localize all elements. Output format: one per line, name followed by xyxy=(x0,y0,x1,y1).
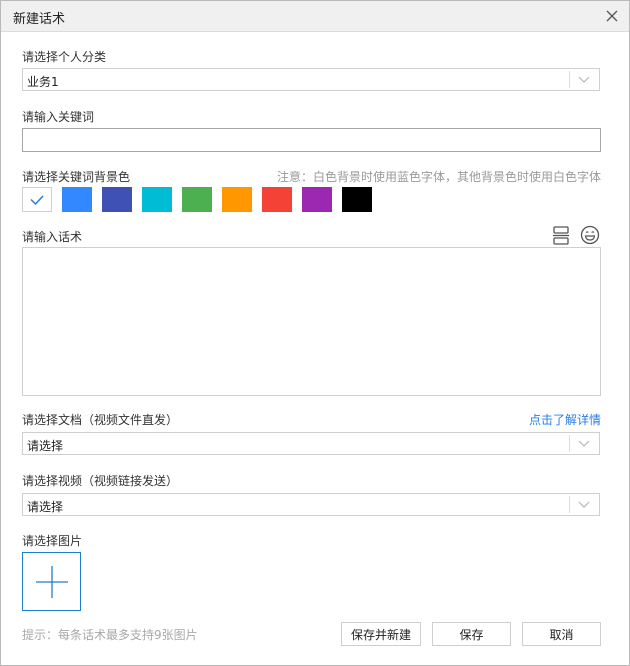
plus-icon xyxy=(35,565,68,598)
color-swatch-5[interactable] xyxy=(222,187,252,212)
category-select[interactable]: 业务1 xyxy=(22,68,600,91)
document-select[interactable]: 请选择 xyxy=(22,432,600,455)
save-button[interactable]: 保存 xyxy=(432,622,511,646)
color-swatch-6[interactable] xyxy=(262,187,292,212)
color-swatch-7[interactable] xyxy=(302,187,332,212)
chevron-down-icon xyxy=(578,440,590,447)
category-label: 请选择个人分类 xyxy=(22,50,107,64)
save-and-new-button[interactable]: 保存并新建 xyxy=(341,622,421,646)
category-value: 业务1 xyxy=(27,75,59,89)
bg-color-label: 请选择关键词背景色 xyxy=(22,170,131,184)
video-label: 请选择视频（视频链接发送） xyxy=(22,474,179,488)
document-label: 请选择文档（视频文件直发） xyxy=(22,413,179,427)
color-swatch-3[interactable] xyxy=(142,187,172,212)
learn-more-link[interactable]: 点击了解详情 xyxy=(529,411,601,428)
keyword-label: 请输入关键词 xyxy=(22,110,95,124)
keyword-input[interactable] xyxy=(22,128,601,152)
select-divider xyxy=(569,71,570,88)
image-label: 请选择图片 xyxy=(22,534,83,548)
video-select[interactable]: 请选择 xyxy=(22,493,600,516)
add-image-button[interactable] xyxy=(22,552,81,611)
emoji-icon[interactable] xyxy=(580,225,600,245)
insert-divider-icon[interactable] xyxy=(551,225,571,245)
color-swatch-8[interactable] xyxy=(342,187,372,212)
bg-color-note: 注意：白色背景时使用蓝色字体，其他背景色时使用白色字体 xyxy=(276,170,601,184)
chevron-down-icon xyxy=(578,76,590,83)
color-swatch-4[interactable] xyxy=(182,187,212,212)
script-textarea[interactable] xyxy=(22,247,601,396)
dialog-window: 新建话术 请选择个人分类 业务1 请输入关键词 请选择关键词背景色 注意：白色背… xyxy=(0,0,630,666)
select-divider xyxy=(569,496,570,513)
color-swatch-0[interactable] xyxy=(22,187,52,212)
script-label: 请输入话术 xyxy=(22,230,83,244)
cancel-button[interactable]: 取消 xyxy=(522,622,601,646)
close-icon xyxy=(606,10,618,22)
chevron-down-icon xyxy=(578,501,590,508)
close-button[interactable] xyxy=(601,5,623,27)
video-value: 请选择 xyxy=(27,500,64,514)
footer-hint: 提示：每条话术最多支持9张图片 xyxy=(22,628,198,642)
select-divider xyxy=(569,435,570,452)
title-bar: 新建话术 xyxy=(1,1,629,32)
check-icon xyxy=(30,195,44,206)
dialog-title: 新建话术 xyxy=(13,12,66,27)
document-value: 请选择 xyxy=(27,439,64,453)
color-swatch-1[interactable] xyxy=(62,187,92,212)
color-swatch-2[interactable] xyxy=(102,187,132,212)
